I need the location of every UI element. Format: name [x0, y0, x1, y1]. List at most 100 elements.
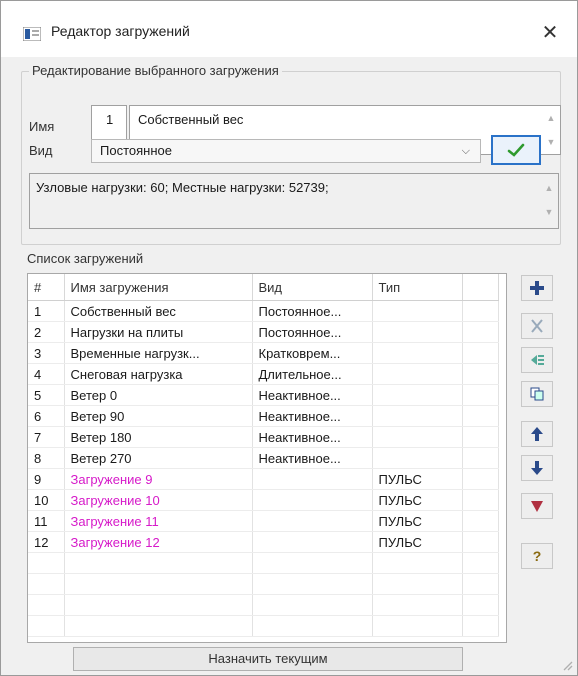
load-number: 1: [106, 112, 114, 127]
cell-number: 9: [28, 468, 65, 490]
cell-type: [372, 321, 463, 343]
info-scrollbar[interactable]: ▲ ▼: [543, 182, 555, 218]
remove-load-button[interactable]: [521, 493, 553, 519]
empty-cell: [28, 573, 65, 595]
empty-cell: [28, 594, 65, 616]
resize-grip-icon[interactable]: [561, 659, 573, 671]
table-header-row: # Имя загружения Вид Тип: [28, 274, 499, 301]
app-icon: [23, 27, 41, 41]
cell-type: ПУЛЬС: [372, 510, 463, 532]
cell-number: 3: [28, 342, 65, 364]
add-icon: [530, 281, 544, 295]
cell-type: ПУЛЬС: [372, 489, 463, 511]
column-header-name[interactable]: Имя загружения: [64, 274, 253, 301]
cell-kind: Неактивное...: [252, 426, 373, 448]
cell-kind: Неактивное...: [252, 384, 373, 406]
cell-type: [372, 405, 463, 427]
cell-number: 2: [28, 321, 65, 343]
load-list-table: # Имя загружения Вид Тип 1 Собственный ве…: [27, 273, 507, 643]
cell-kind: [252, 531, 373, 553]
type-select[interactable]: Постоянное ⌵: [91, 139, 481, 163]
arrow-up-icon: [531, 427, 543, 441]
cut-load-button[interactable]: [521, 313, 553, 339]
table-row[interactable]: 12 Загружение 12 ПУЛЬС: [28, 531, 499, 553]
cell-type: ПУЛЬС: [372, 468, 463, 490]
cell-kind: [252, 489, 373, 511]
cell-number: 6: [28, 405, 65, 427]
cell-type: [372, 426, 463, 448]
load-info-box: Узловые нагрузки: 60; Местные нагрузки: …: [29, 173, 559, 229]
title-bar: Редактор загружений ✕: [1, 1, 577, 57]
cell-name: Ветер 0: [64, 384, 253, 406]
cell-number: 7: [28, 426, 65, 448]
empty-cell: [372, 552, 463, 574]
empty-cell: [252, 594, 373, 616]
cell-empty: [462, 447, 499, 469]
assign-current-button[interactable]: Назначить текущим: [73, 647, 463, 671]
heart-down-icon: [531, 501, 543, 512]
edit-group-legend: Редактирование выбранного загружения: [29, 63, 282, 78]
insert-load-button[interactable]: [521, 347, 553, 373]
empty-cell: [462, 615, 499, 637]
close-button[interactable]: ✕: [533, 17, 567, 47]
checkmark-icon: [507, 143, 525, 157]
empty-cell: [28, 615, 65, 637]
column-header-number[interactable]: #: [28, 274, 65, 301]
name-scrollbar[interactable]: ▲ ▼: [545, 112, 557, 148]
cell-empty: [462, 531, 499, 553]
load-info-text: Узловые нагрузки: 60; Местные нагрузки: …: [36, 180, 329, 195]
cell-type: [372, 363, 463, 385]
table-row[interactable]: 11 Загружение 11 ПУЛЬС: [28, 510, 499, 532]
load-editor-window: Редактор загружений ✕ Редактирование выб…: [0, 0, 578, 676]
empty-cell: [252, 552, 373, 574]
table-row[interactable]: 5 Ветер 0 Неактивное...: [28, 384, 499, 406]
table-row[interactable]: 2 Нагрузки на плиты Постоянное...: [28, 321, 499, 343]
table-row[interactable]: 4 Снеговая нагрузка Длительное...: [28, 363, 499, 385]
cell-name: Загружение 10: [64, 489, 253, 511]
cell-empty: [462, 468, 499, 490]
cell-type: [372, 300, 463, 322]
empty-table-row: [28, 594, 499, 616]
cell-empty: [462, 510, 499, 532]
cell-number: 12: [28, 531, 65, 553]
table-row[interactable]: 9 Загружение 9 ПУЛЬС: [28, 468, 499, 490]
empty-cell: [372, 615, 463, 637]
type-select-value: Постоянное: [100, 143, 172, 158]
empty-cell: [462, 552, 499, 574]
empty-table-row: [28, 615, 499, 637]
cell-name: Ветер 90: [64, 405, 253, 427]
copy-load-button[interactable]: [521, 381, 553, 407]
cell-kind: Кратковрем...: [252, 342, 373, 364]
table-row[interactable]: 3 Временные нагрузк... Кратковрем...: [28, 342, 499, 364]
table-row[interactable]: 10 Загружение 10 ПУЛЬС: [28, 489, 499, 511]
cell-name: Загружение 9: [64, 468, 253, 490]
table-row[interactable]: 1 Собственный вес Постоянное...: [28, 300, 499, 322]
cell-number: 11: [28, 510, 65, 532]
close-icon: ✕: [541, 21, 559, 44]
cell-name: Временные нагрузк...: [64, 342, 253, 364]
cell-empty: [462, 342, 499, 364]
insert-icon: [531, 355, 544, 365]
empty-cell: [462, 594, 499, 616]
empty-table-row: [28, 552, 499, 574]
column-header-kind[interactable]: Вид: [252, 274, 373, 301]
table-row[interactable]: 8 Ветер 270 Неактивное...: [28, 447, 499, 469]
table-row[interactable]: 7 Ветер 180 Неактивное...: [28, 426, 499, 448]
cell-type: [372, 447, 463, 469]
move-down-button[interactable]: [521, 455, 553, 481]
cell-name: Снеговая нагрузка: [64, 363, 253, 385]
window-title: Редактор загружений: [51, 23, 190, 39]
add-load-button[interactable]: [521, 275, 553, 301]
empty-cell: [462, 573, 499, 595]
cell-kind: Постоянное...: [252, 300, 373, 322]
apply-button[interactable]: [491, 135, 541, 165]
cell-kind: Неактивное...: [252, 447, 373, 469]
column-header-empty: [462, 274, 499, 301]
cell-empty: [462, 384, 499, 406]
help-button[interactable]: ?: [521, 543, 553, 569]
column-header-type[interactable]: Тип: [372, 274, 463, 301]
empty-cell: [64, 573, 253, 595]
move-up-button[interactable]: [521, 421, 553, 447]
cell-name: Собственный вес: [64, 300, 253, 322]
table-row[interactable]: 6 Ветер 90 Неактивное...: [28, 405, 499, 427]
